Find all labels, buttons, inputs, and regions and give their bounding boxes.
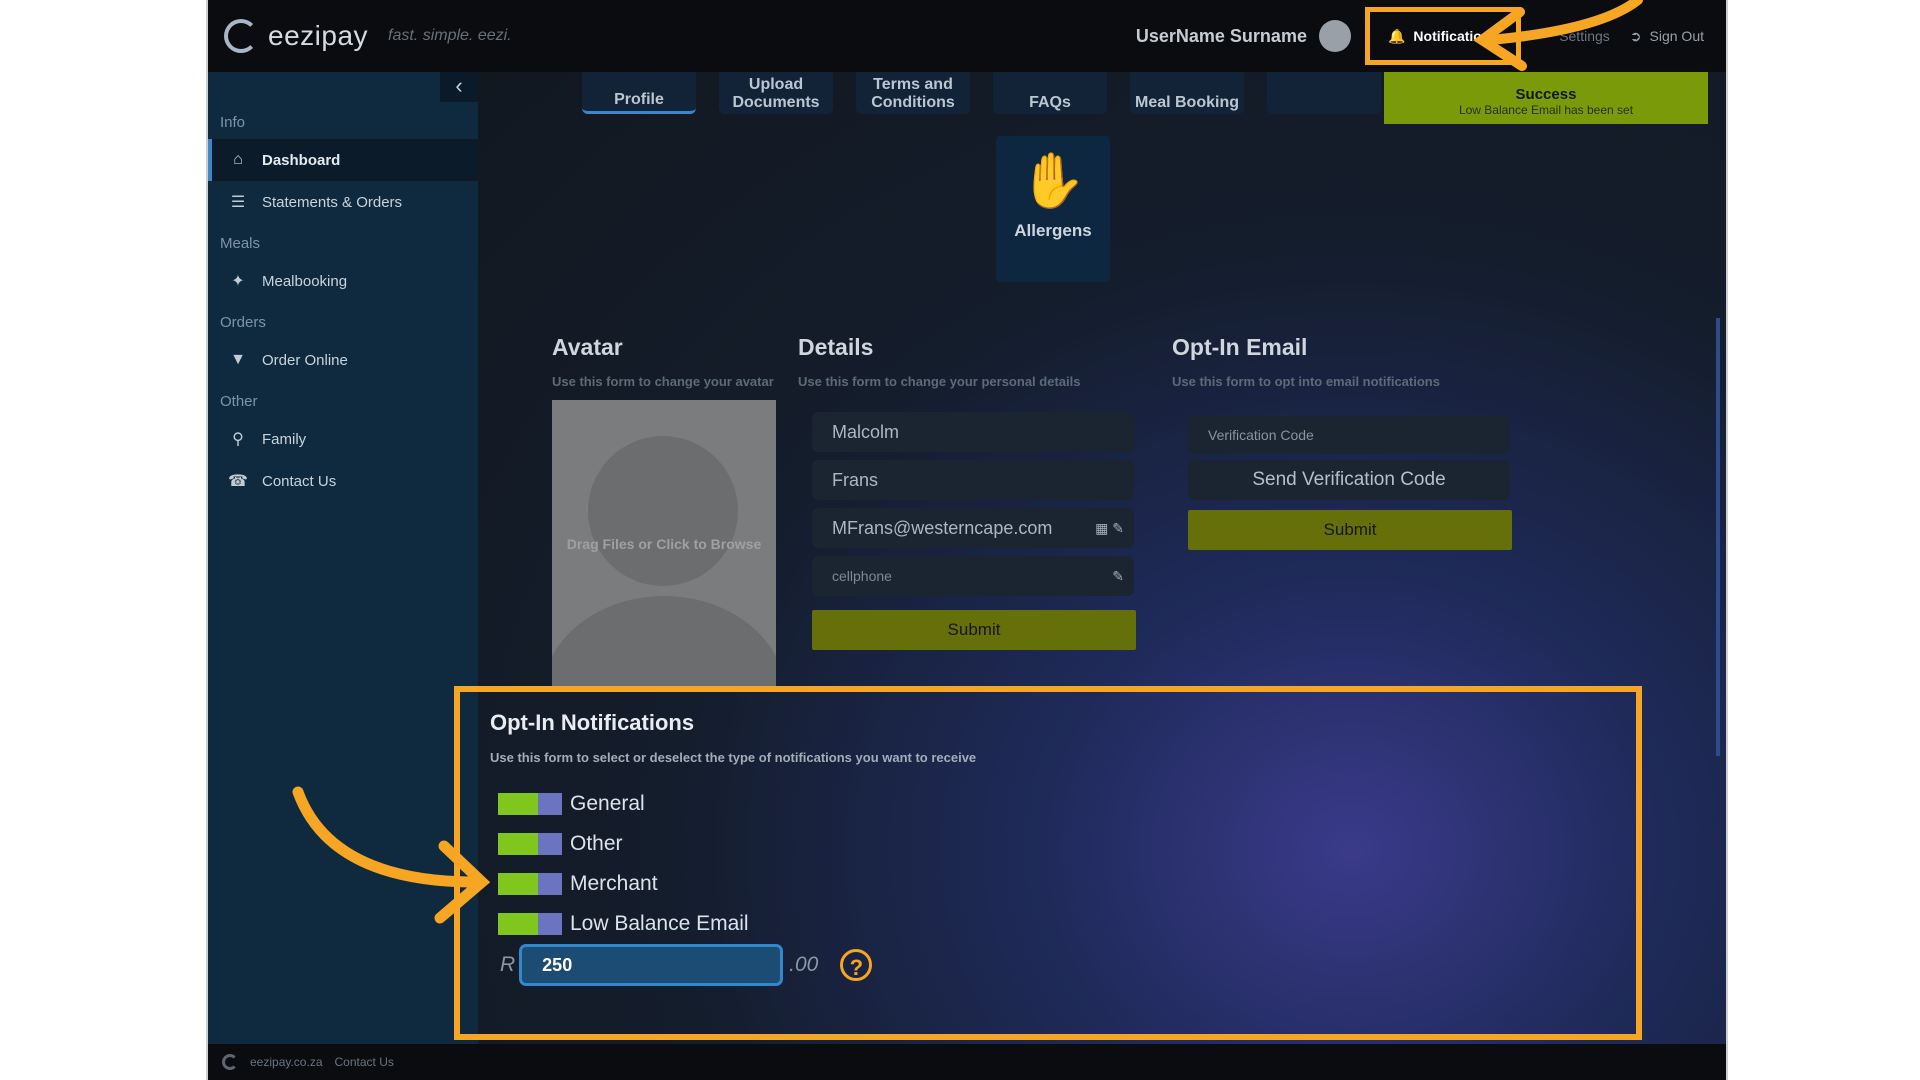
left-arrow <box>292 786 491 924</box>
top-arrow <box>1473 0 1643 71</box>
annotation-arrows <box>292 0 1643 924</box>
